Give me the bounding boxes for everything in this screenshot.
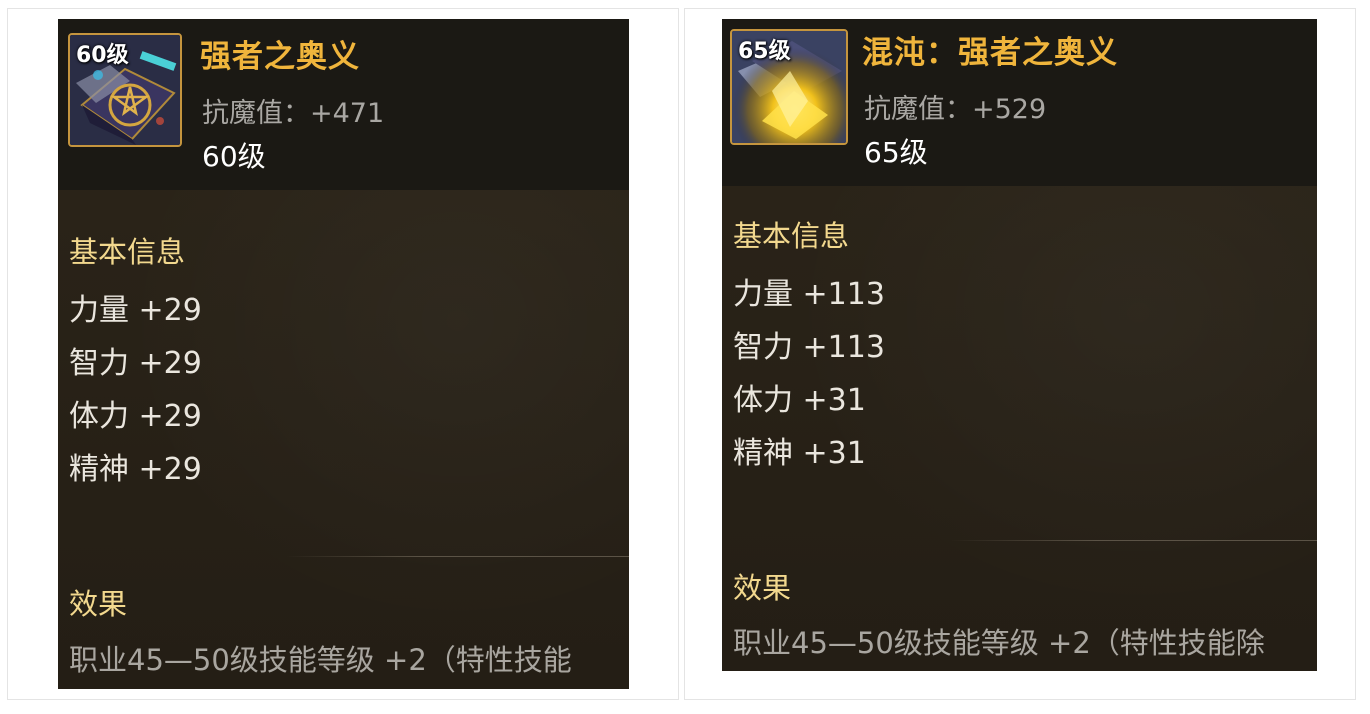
effect-title: 效果 <box>69 587 128 621</box>
stat-intelligence: 智力 +113 <box>733 330 885 365</box>
magic-resist-value: 抗魔值：+471 <box>202 98 385 129</box>
stat-spirit: 精神 +31 <box>733 436 866 471</box>
stat-intelligence: 智力 +29 <box>69 346 202 381</box>
magic-resist-value: 抗魔值：+529 <box>864 94 1047 125</box>
basic-info-title: 基本信息 <box>733 219 850 253</box>
item-icon-slot[interactable]: 60级 <box>68 33 182 147</box>
section-divider <box>950 540 1317 541</box>
tooltip-header: 65级 混沌：强者之奥义 抗魔值：+529 65级 <box>722 19 1317 186</box>
item-name: 混沌：强者之奥义 <box>862 35 1118 71</box>
item-level: 65级 <box>864 136 928 169</box>
stat-spirit: 精神 +29 <box>69 452 202 487</box>
tooltip-header: 60级 强者之奥义 抗魔值：+471 60级 <box>58 19 629 190</box>
stat-vitality: 体力 +31 <box>733 383 866 418</box>
item-icon-slot[interactable]: 65级 <box>730 29 848 145</box>
item-name: 强者之奥义 <box>200 39 360 75</box>
effect-description: 职业45—50级技能等级 +2（特性技能 <box>69 643 572 677</box>
effect-title: 效果 <box>733 571 792 605</box>
level-badge: 60级 <box>76 43 129 68</box>
stat-strength: 力量 +113 <box>733 277 885 312</box>
item-tooltip-card: 60级 强者之奥义 抗魔值：+471 60级 基本信息 力量 +29 智力 +2… <box>58 19 629 689</box>
effect-description: 职业45—50级技能等级 +2（特性技能除 <box>733 626 1265 660</box>
stat-vitality: 体力 +29 <box>69 399 202 434</box>
level-badge: 65级 <box>738 39 791 64</box>
basic-info-title: 基本信息 <box>69 235 186 269</box>
item-level: 60级 <box>202 140 266 173</box>
stat-strength: 力量 +29 <box>69 293 202 328</box>
item-tooltip-card: 65级 混沌：强者之奥义 抗魔值：+529 65级 基本信息 力量 +113 智… <box>722 19 1317 671</box>
section-divider <box>286 556 629 557</box>
